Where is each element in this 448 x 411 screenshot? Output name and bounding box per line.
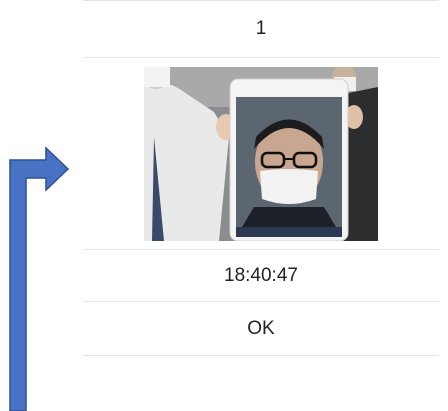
photo-cell — [83, 58, 439, 250]
status-value: OK — [247, 317, 275, 339]
face-photo-icon[interactable] — [144, 66, 378, 241]
record-table: 1 18:40:47 OK — [83, 0, 439, 356]
id-cell: 1 — [83, 1, 439, 58]
status-cell: OK — [83, 302, 439, 356]
time-value: 18:40:47 — [224, 264, 298, 286]
time-cell: 18:40:47 — [83, 250, 439, 302]
id-value: 1 — [255, 18, 267, 39]
